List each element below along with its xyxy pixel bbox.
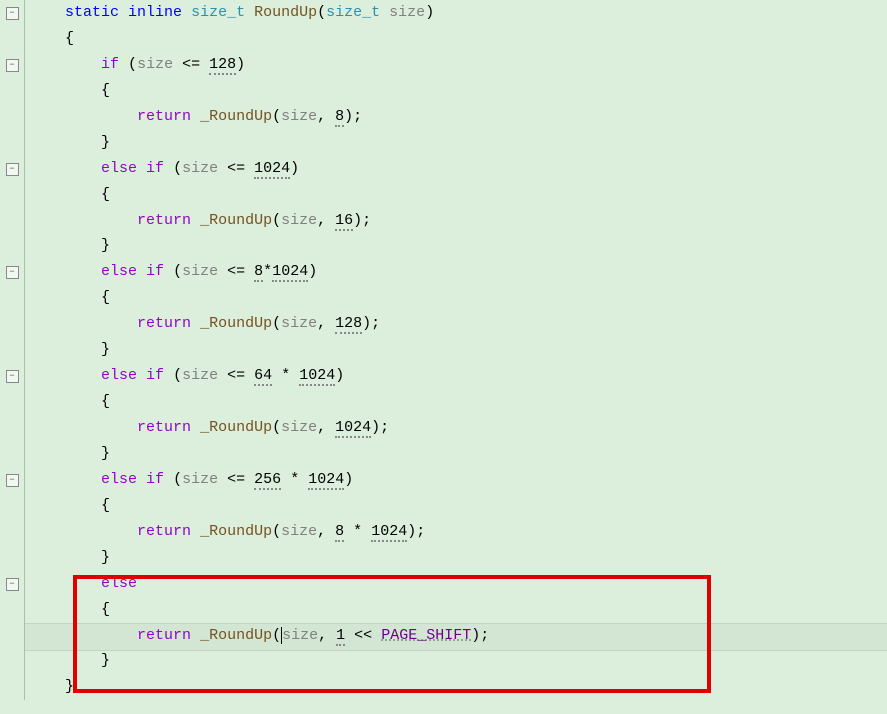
code-line: { — [29, 597, 887, 623]
param-size: size — [389, 4, 425, 21]
code-editor[interactable]: − − − − − − − static inline size_t Round… — [0, 0, 887, 700]
code-line: } — [29, 233, 887, 259]
code-line: } — [29, 130, 887, 156]
code-line: else if (size <= 1024) — [29, 156, 887, 182]
code-line: return _RoundUp(size, 1024); — [29, 415, 887, 441]
type-sizet: size_t — [326, 4, 380, 21]
keyword-else: else — [101, 160, 137, 177]
fold-minus-icon[interactable]: − — [6, 7, 19, 20]
code-line: return _RoundUp(size, 1 << PAGE_SHIFT); — [29, 623, 887, 649]
macro-page-shift: PAGE_SHIFT — [381, 627, 471, 644]
type-sizet: size_t — [191, 4, 245, 21]
code-line: if (size <= 128) — [29, 52, 887, 78]
fold-minus-icon[interactable]: − — [6, 59, 19, 72]
code-line: } — [29, 441, 887, 467]
code-line: static inline size_t RoundUp(size_t size… — [29, 0, 887, 26]
code-line: return _RoundUp(size, 8); — [29, 104, 887, 130]
code-line: } — [29, 648, 887, 674]
fold-minus-icon[interactable]: − — [6, 370, 19, 383]
code-area[interactable]: static inline size_t RoundUp ( size_t size… — [25, 0, 887, 700]
keyword-return: return — [137, 108, 191, 125]
fold-minus-icon[interactable]: − — [6, 578, 19, 591]
code-line: return _RoundUp(size, 8 * 1024); — [29, 519, 887, 545]
code-line: else if (size <= 8*1024) — [29, 259, 887, 285]
fold-minus-icon[interactable]: − — [6, 163, 19, 176]
keyword-inline: inline — [128, 4, 182, 21]
fold-minus-icon[interactable]: − — [6, 266, 19, 279]
fold-gutter: − − − − − − − — [0, 0, 25, 700]
fold-minus-icon[interactable]: − — [6, 474, 19, 487]
code-line: else if (size <= 64 * 1024) — [29, 363, 887, 389]
text-cursor: ( — [272, 627, 282, 644]
code-line: { — [29, 389, 887, 415]
code-line: { — [29, 285, 887, 311]
code-line: else if (size <= 256 * 1024) — [29, 467, 887, 493]
code-line: { — [29, 78, 887, 104]
code-line: else — [29, 571, 887, 597]
code-line: } — [29, 337, 887, 363]
code-line: return _RoundUp(size, 128); — [29, 311, 887, 337]
code-line: { — [29, 26, 887, 52]
keyword-static: static — [65, 4, 119, 21]
code-line: } — [29, 674, 887, 700]
code-line: { — [29, 493, 887, 519]
code-line: { — [29, 182, 887, 208]
keyword-if: if — [101, 56, 119, 73]
code-line: return _RoundUp(size, 16); — [29, 208, 887, 234]
code-line: } — [29, 545, 887, 571]
func-roundup: RoundUp — [254, 4, 317, 21]
keyword-if: if — [146, 160, 164, 177]
